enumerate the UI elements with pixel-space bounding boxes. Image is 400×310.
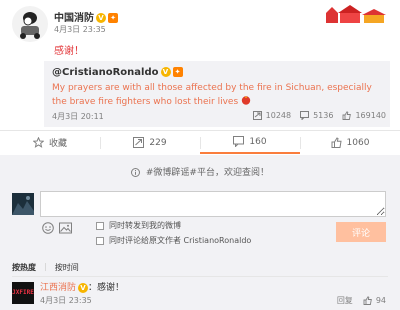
repost-button[interactable]: 229 (100, 131, 200, 154)
my-avatar[interactable] (12, 193, 34, 215)
star-icon (32, 137, 44, 148)
post-action-bar: 收藏 229 160 1060 (0, 130, 400, 154)
image-icon[interactable] (59, 222, 72, 234)
comment-button[interactable]: 160 (200, 131, 300, 154)
repost-to-my-weibo-option[interactable]: 同时转发到我的微博 (96, 220, 181, 231)
reply-actions: 回复 94 (337, 295, 386, 306)
firefighter-cartoon-icon (20, 12, 40, 39)
verified-icon: V (160, 67, 171, 77)
quoted-text: My prayers are with all those affected b… (52, 82, 388, 109)
repost-option-label: 同时转发到我的微博 (109, 221, 181, 230)
reply-content: 江西消防 V ：感谢！ (40, 280, 124, 293)
candle-emoji-icon (241, 96, 251, 105)
quoted-time[interactable]: 4月3日 20:11 (52, 111, 104, 122)
quoted-text-body: My prayers are with all those affected b… (52, 83, 372, 107)
reply-avatar[interactable]: JXFIRE (12, 282, 34, 304)
quoted-like-count: 169140 (355, 111, 386, 120)
comment-original-author-option[interactable]: 同时评论给原文作者 CristianoRonaldo (96, 235, 251, 246)
repost-icon (252, 111, 262, 120)
comment-original-checkbox[interactable] (96, 236, 104, 245)
quoted-stats: 10248 5136 169140 (244, 111, 386, 120)
quoted-comment-count: 5136 (313, 111, 334, 120)
sort-by-hot-tab[interactable]: 按热度 (12, 262, 36, 273)
favorite-button[interactable]: 收藏 (0, 131, 100, 154)
member-icon: ✦ (172, 67, 183, 77)
thumbs-up-icon (343, 111, 352, 120)
like-button[interactable]: 1060 (300, 131, 400, 154)
author-avatar[interactable] (12, 6, 48, 42)
reply-like-count: 94 (375, 296, 386, 305)
repost-icon (133, 137, 145, 148)
thumbs-up-icon (331, 137, 342, 148)
comment-icon (300, 111, 310, 120)
favorite-label: 收藏 (48, 139, 67, 149)
reply-text: 感谢！ (97, 283, 125, 293)
sort-by-time-tab[interactable]: 按时间 (55, 262, 79, 273)
submit-comment-button[interactable]: 评论 (336, 222, 386, 242)
sort-divider: | (44, 262, 47, 271)
reply-time: 4月3日 23:35 (40, 296, 92, 305)
post-time[interactable]: 4月3日 23:35 (54, 24, 106, 35)
verified-icon: V (96, 13, 106, 23)
rumor-notice-text[interactable]: #微博辟谣#平台，欢迎查阅！ (146, 168, 269, 178)
quoted-repost-stat[interactable]: 10248 (252, 111, 292, 120)
quoted-author-name[interactable]: @CristianoRonaldo (52, 67, 159, 78)
like-count: 1060 (346, 137, 370, 148)
repost-count: 229 (149, 137, 167, 148)
reply-author[interactable]: 江西消防 (40, 283, 76, 293)
comment-sort-tabs: 按热度 | 按时间 (12, 262, 87, 273)
post-text: 感谢！ (54, 46, 84, 57)
repost-checkbox[interactable] (96, 221, 104, 230)
emoji-icon[interactable] (42, 222, 54, 234)
quoted-author[interactable]: @CristianoRonaldo V ✦ (52, 67, 183, 78)
author-name[interactable]: 中国消防 V ✦ (54, 9, 118, 24)
author-name-text[interactable]: 中国消防 (54, 13, 94, 24)
verified-icon: V (78, 282, 89, 293)
quoted-like-stat[interactable]: 169140 (342, 111, 386, 120)
comment-input[interactable] (40, 191, 386, 217)
quoted-comment-stat[interactable]: 5136 (300, 111, 333, 120)
member-icon: ✦ (108, 13, 118, 23)
reply-button[interactable]: 回复 (337, 295, 353, 306)
quoted-repost-count: 10248 (265, 111, 292, 120)
info-icon (131, 168, 141, 177)
comment-count: 160 (249, 136, 267, 147)
decorative-banner-icon (322, 5, 386, 25)
comment-icon (233, 136, 245, 147)
rumor-notice[interactable]: #微博辟谣#平台，欢迎查阅！ (0, 165, 400, 178)
thumbs-up-icon[interactable] (363, 296, 372, 305)
comment-area: #微博辟谣#平台，欢迎查阅！ 同时转发到我的微博 同时评论给原文作者 Crist… (0, 155, 400, 310)
user-photo-icon (12, 193, 34, 215)
quoted-post: @CristianoRonaldo V ✦ My prayers are with … (44, 61, 390, 127)
reply-separator: ： (88, 283, 98, 293)
comment-item: JXFIRE 江西消防 V ：感谢！ 4月3日 23:35 回复 94 (0, 277, 400, 310)
comment-original-label: 同时评论给原文作者 CristianoRonaldo (109, 236, 252, 245)
